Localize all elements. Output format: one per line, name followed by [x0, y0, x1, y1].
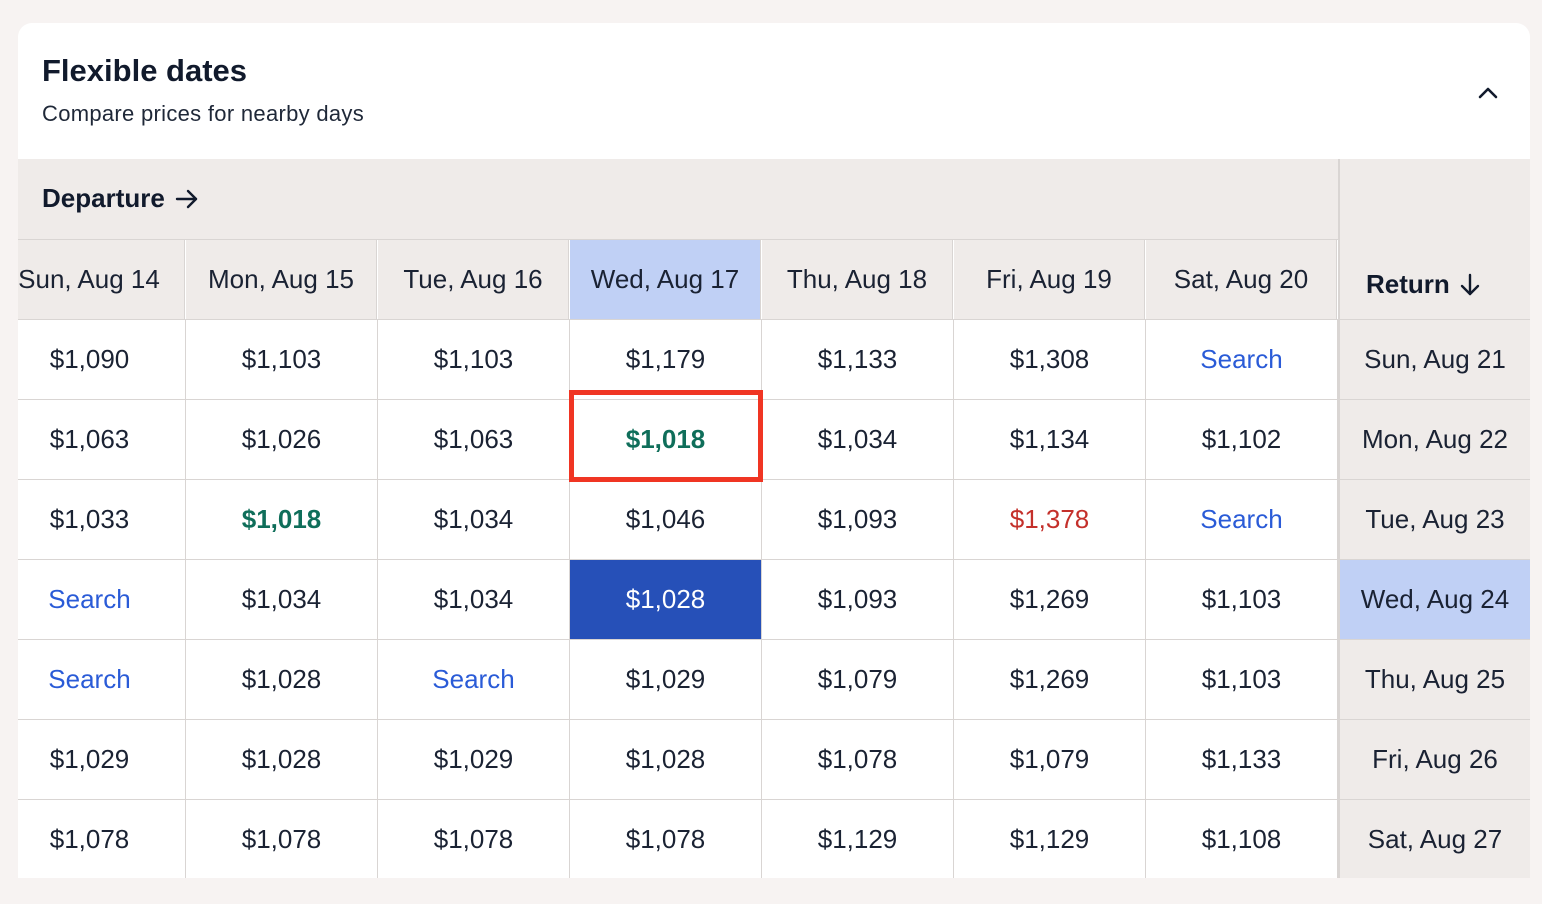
return-date-header[interactable]: Sun, Aug 21 [1338, 319, 1530, 399]
price-cell[interactable]: $1,034 [378, 559, 570, 639]
chevron-up-icon [1478, 87, 1498, 99]
price-cell[interactable]: $1,078 [762, 719, 954, 799]
price-cell[interactable]: $1,269 [954, 559, 1146, 639]
price-cell[interactable]: $1,103 [378, 319, 570, 399]
price-cell[interactable]: $1,078 [186, 799, 378, 878]
return-date-header[interactable]: Tue, Aug 23 [1338, 479, 1530, 559]
price-cell[interactable]: $1,103 [1146, 639, 1338, 719]
search-link-cell[interactable]: Search [18, 559, 186, 639]
search-link-cell[interactable]: Search [1146, 319, 1338, 399]
return-date-header[interactable]: Fri, Aug 26 [1338, 719, 1530, 799]
departure-date-header[interactable]: Fri, Aug 19 [954, 240, 1145, 319]
return-header: Return [1338, 159, 1530, 319]
price-cell[interactable]: $1,079 [762, 639, 954, 719]
price-cell[interactable]: $1,028 [186, 639, 378, 719]
collapse-button[interactable] [1470, 75, 1506, 111]
price-cell[interactable]: $1,029 [570, 639, 762, 719]
price-cell[interactable]: $1,102 [1146, 399, 1338, 479]
price-cell[interactable]: $1,093 [762, 479, 954, 559]
departure-date-header[interactable]: Tue, Aug 16 [378, 240, 569, 319]
price-cell[interactable]: $1,129 [762, 799, 954, 878]
price-cell[interactable]: $1,090 [18, 319, 186, 399]
search-link-cell[interactable]: Search [18, 639, 186, 719]
price-cell[interactable]: $1,103 [1146, 559, 1338, 639]
price-cell[interactable]: $1,078 [18, 799, 186, 878]
departure-date-header[interactable]: Thu, Aug 18 [762, 240, 953, 319]
price-cell[interactable]: $1,308 [954, 319, 1146, 399]
price-cell[interactable]: $1,269 [954, 639, 1146, 719]
price-cell[interactable]: $1,028 [570, 719, 762, 799]
card-subtitle: Compare prices for nearby days [42, 101, 365, 126]
price-cell[interactable]: $1,028 [186, 719, 378, 799]
search-link-cell[interactable]: Search [1146, 479, 1338, 559]
price-cell[interactable]: $1,078 [378, 799, 570, 878]
price-cell[interactable]: $1,134 [954, 399, 1146, 479]
price-cell[interactable]: $1,034 [762, 399, 954, 479]
return-date-header[interactable]: Wed, Aug 24 [1338, 559, 1530, 639]
price-cell[interactable]: $1,078 [570, 799, 762, 878]
departure-date-header[interactable]: Wed, Aug 17 [570, 240, 761, 319]
arrow-down-icon [1460, 273, 1479, 295]
departure-date-header[interactable]: Sun, Aug 14 [18, 240, 185, 319]
card-title: Flexible dates [42, 53, 248, 88]
price-cell[interactable]: $1,108 [1146, 799, 1338, 878]
price-cell[interactable]: $1,063 [18, 399, 186, 479]
price-cell[interactable]: $1,079 [954, 719, 1146, 799]
departure-header: Departure [18, 159, 1338, 240]
return-date-header[interactable]: Thu, Aug 25 [1338, 639, 1530, 719]
price-cell[interactable]: $1,034 [378, 479, 570, 559]
price-cell[interactable]: $1,029 [378, 719, 570, 799]
return-date-header[interactable]: Mon, Aug 22 [1338, 399, 1530, 479]
departure-date-header[interactable]: Mon, Aug 15 [186, 240, 377, 319]
search-link-cell[interactable]: Search [378, 639, 570, 719]
price-cell[interactable]: $1,046 [570, 479, 762, 559]
departure-date-header[interactable]: Sat, Aug 20 [1146, 240, 1337, 319]
price-cell[interactable]: $1,103 [186, 319, 378, 399]
price-cell[interactable]: $1,133 [762, 319, 954, 399]
return-date-header[interactable]: Sat, Aug 27 [1338, 799, 1530, 878]
price-cell[interactable]: $1,179 [570, 319, 762, 399]
price-cell[interactable]: $1,063 [378, 399, 570, 479]
price-cell[interactable]: $1,034 [186, 559, 378, 639]
cheapest-price-cell[interactable]: $1,018 [570, 399, 762, 479]
arrow-right-icon [175, 189, 198, 208]
return-label-group: Return [1366, 269, 1480, 300]
card-header[interactable]: Flexible dates Compare prices for nearby… [18, 23, 1530, 159]
price-cell[interactable]: $1,093 [762, 559, 954, 639]
price-cell[interactable]: $1,029 [18, 719, 186, 799]
cheapest-price-cell[interactable]: $1,018 [186, 479, 378, 559]
departure-label: Departure [42, 183, 165, 213]
price-cell[interactable]: $1,026 [186, 399, 378, 479]
highest-price-cell[interactable]: $1,378 [954, 479, 1146, 559]
price-cell[interactable]: $1,033 [18, 479, 186, 559]
price-cell[interactable]: $1,129 [954, 799, 1146, 878]
departure-label-group: Departure [42, 183, 199, 214]
selected-price-cell[interactable]: $1,028 [570, 559, 762, 639]
return-label: Return [1366, 269, 1450, 299]
flexible-dates-card: Flexible dates Compare prices for nearby… [18, 23, 1530, 878]
price-cell[interactable]: $1,133 [1146, 719, 1338, 799]
